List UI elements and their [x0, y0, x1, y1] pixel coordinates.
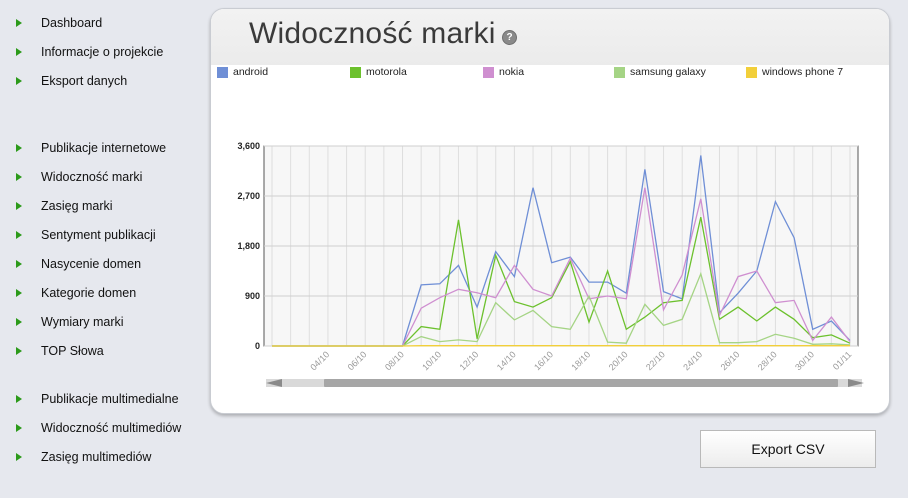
sidebar-item-top-slowa[interactable]: TOP Słowa: [16, 342, 104, 360]
x-tick-label: 06/10: [346, 349, 369, 372]
bullet-icon: [16, 424, 22, 432]
x-tick-label: 28/10: [756, 349, 779, 372]
x-tick-label: 01/11: [831, 349, 854, 372]
y-tick-label: 0: [255, 341, 260, 351]
sidebar-item-label: Eksport danych: [41, 74, 128, 88]
y-tick-label: 2,700: [237, 191, 260, 201]
sidebar-item-publikacje-internetowe[interactable]: Publikacje internetowe: [16, 139, 166, 157]
sidebar-item-label: Publikacje multimedialne: [41, 392, 179, 406]
scrollbar-thumb[interactable]: [324, 379, 838, 387]
x-tick-label: 14/10: [495, 349, 518, 372]
x-tick-label: 20/10: [607, 349, 630, 372]
bullet-icon: [16, 260, 22, 268]
sidebar-item-label: Widoczność multimediów: [41, 421, 182, 435]
bullet-icon: [16, 231, 22, 239]
bullet-icon: [16, 173, 22, 181]
bullet-icon: [16, 453, 22, 461]
y-tick-label: 900: [245, 291, 260, 301]
sidebar-item-label: Publikacje internetowe: [41, 141, 167, 155]
sidebar-item-label: Wymiary marki: [41, 315, 124, 329]
sidebar-item-label: Widoczność marki: [41, 170, 143, 184]
bullet-icon: [16, 144, 22, 152]
sidebar-item-zasieg-marki[interactable]: Zasięg marki: [16, 197, 113, 215]
sidebar-item-zasieg-multimediow[interactable]: Zasięg multimediów: [16, 448, 151, 466]
sidebar-item-label: Sentyment publikacji: [41, 228, 156, 242]
x-tick-label: 16/10: [532, 349, 555, 372]
sidebar-item-widocznosc-multimediow[interactable]: Widoczność multimediów: [16, 419, 181, 437]
x-tick-label: 12/10: [458, 349, 481, 372]
sidebar-item-dashboard[interactable]: Dashboard: [16, 14, 102, 32]
sidebar-item-nasycenie-domen[interactable]: Nasycenie domen: [16, 255, 141, 273]
sidebar-item-label: Nasycenie domen: [41, 257, 142, 271]
sidebar-item-publikacje-multimedialne[interactable]: Publikacje multimedialne: [16, 390, 179, 408]
sidebar-item-eksport[interactable]: Eksport danych: [16, 72, 127, 90]
bullet-icon: [16, 48, 22, 56]
sidebar-item-label: Zasięg multimediów: [41, 450, 152, 464]
sidebar-item-wymiary-marki[interactable]: Wymiary marki: [16, 313, 124, 331]
sidebar-item-label: TOP Słowa: [41, 344, 104, 358]
export-csv-button[interactable]: Export CSV: [700, 430, 876, 468]
x-tick-label: 22/10: [644, 349, 667, 372]
x-tick-label: 26/10: [719, 349, 742, 372]
x-tick-label: 10/10: [420, 349, 443, 372]
sidebar-item-label: Informacje o projekcie: [41, 45, 164, 59]
x-tick-label: 18/10: [569, 349, 592, 372]
sidebar-item-label: Zasięg marki: [41, 199, 113, 213]
bullet-icon: [16, 347, 22, 355]
sidebar-nav: Dashboard Informacje o projekcie Eksport…: [0, 0, 205, 498]
bullet-icon: [16, 77, 22, 85]
x-tick-label: 30/10: [793, 349, 816, 372]
bullet-icon: [16, 318, 22, 326]
chart-card: Widoczność marki ? android motorola noki…: [210, 8, 890, 414]
sidebar-item-kategorie-domen[interactable]: Kategorie domen: [16, 284, 136, 302]
sidebar-item-label: Kategorie domen: [41, 286, 137, 300]
x-tick-label: 24/10: [681, 349, 704, 372]
x-tick-label: 04/10: [308, 349, 331, 372]
y-tick-label: 3,600: [237, 141, 260, 151]
bullet-icon: [16, 202, 22, 210]
bullet-icon: [16, 19, 22, 27]
bullet-icon: [16, 395, 22, 403]
sidebar-item-informacje[interactable]: Informacje o projekcie: [16, 43, 163, 61]
sidebar-item-sentyment[interactable]: Sentyment publikacji: [16, 226, 156, 244]
y-tick-label: 1,800: [237, 241, 260, 251]
x-tick-label: 08/10: [383, 349, 406, 372]
sidebar-item-label: Dashboard: [41, 16, 103, 30]
bullet-icon: [16, 289, 22, 297]
sidebar-item-widocznosc-marki[interactable]: Widoczność marki: [16, 168, 142, 186]
line-chart: 0 900 1,800 2,700 3,600 04/10 06/10 08/10 10/10 1…: [237, 141, 864, 387]
